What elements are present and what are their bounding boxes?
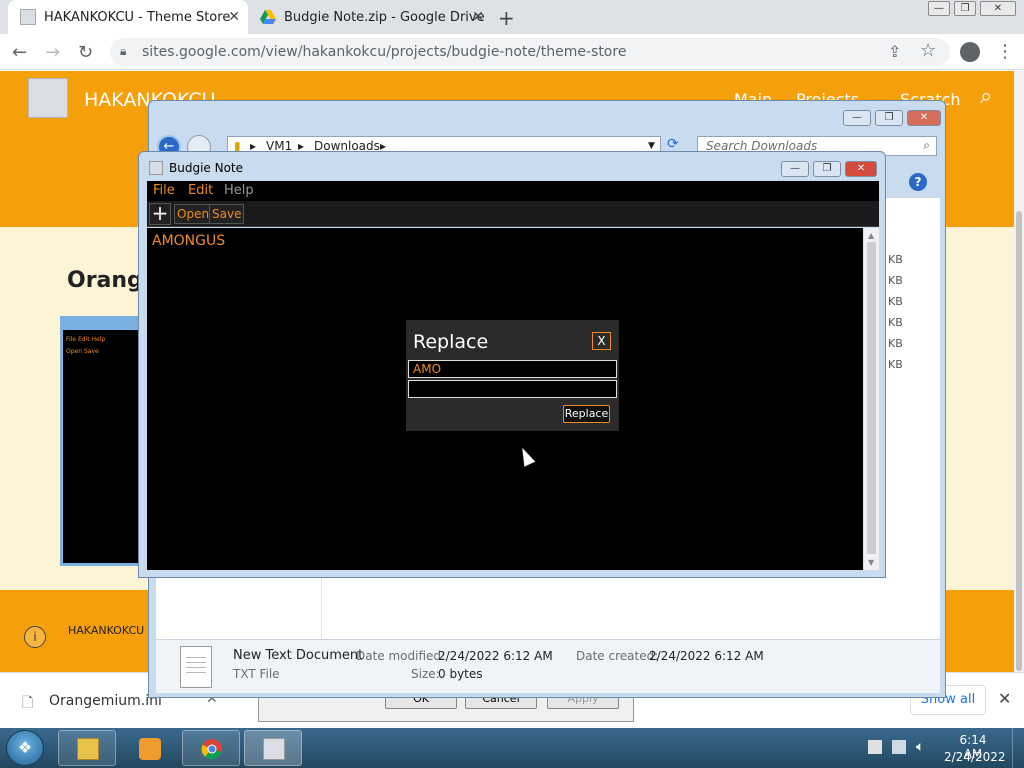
details-pane: New Text Document TXT File Date modified… (156, 639, 940, 693)
profile-avatar-icon[interactable] (960, 42, 980, 62)
chrome-icon (201, 738, 223, 760)
taskbar-explorer[interactable] (58, 730, 116, 766)
budgie-favicon-icon (20, 9, 36, 25)
tab-title: Budgie Note.zip - Google Drive (284, 9, 485, 25)
close-download-bar-icon[interactable]: ✕ (998, 689, 1011, 708)
replace-dialog: Replace X Replace (406, 320, 619, 431)
editor-content: AMONGUS (152, 233, 226, 249)
new-tab-button[interactable]: + (498, 6, 515, 30)
new-file-button[interactable]: + (149, 203, 171, 225)
share-icon[interactable]: ⇪ (888, 42, 901, 61)
address-bar[interactable]: 🔒︎ sites.google.com/view/hakankokcu/proj… (110, 38, 950, 66)
taskbar-budgie-note[interactable] (244, 730, 302, 766)
scroll-down-icon[interactable]: ▼ (868, 558, 874, 567)
dialog-title: Replace (413, 331, 489, 353)
minimize-button[interactable]: — (781, 161, 809, 177)
scroll-up-icon[interactable]: ▲ (868, 231, 874, 240)
forward-arrow-icon[interactable]: → (45, 42, 60, 63)
reload-icon[interactable]: ↻ (78, 42, 93, 63)
window-title: Budgie Note (169, 161, 244, 175)
file-size: KB (888, 337, 903, 350)
network-icon[interactable] (892, 740, 906, 754)
file-size: KB (888, 274, 903, 287)
budgie-app-icon (263, 738, 285, 760)
more-menu-icon[interactable]: ⋮ (996, 41, 1014, 62)
clock-date[interactable]: 2/24/2022 (944, 750, 1006, 764)
replace-button[interactable]: Replace (563, 405, 610, 423)
minimize-button[interactable]: — (928, 1, 950, 16)
maximize-button[interactable]: ❐ (954, 1, 976, 16)
start-button[interactable]: ❖ (6, 730, 44, 766)
menu-file[interactable]: File (153, 183, 175, 198)
menu-bar: File Edit Help (147, 181, 879, 201)
open-button[interactable]: Open (174, 204, 213, 224)
folder-icon (77, 738, 99, 760)
find-input[interactable] (408, 360, 617, 378)
site-logo[interactable] (28, 78, 68, 118)
close-window-button[interactable]: ✕ (907, 110, 941, 126)
file-size: KB (888, 358, 903, 371)
maximize-button[interactable]: ❐ (875, 110, 903, 126)
tab-google-drive[interactable]: Budgie Note.zip - Google Drive ✕ (252, 0, 492, 34)
info-icon[interactable]: i (24, 626, 46, 648)
budgie-app-icon (149, 161, 163, 175)
vertical-scrollbar[interactable]: ▲ ▼ (863, 228, 879, 570)
maximize-button[interactable]: ❐ (813, 161, 841, 177)
file-size: KB (888, 316, 903, 329)
file-type: TXT File (233, 667, 280, 681)
browser-toolbar: ← → ↻ 🔒︎ sites.google.com/view/hakankokc… (0, 34, 1024, 70)
media-player-icon (139, 738, 161, 760)
preview-menu-text: File Edit Help (66, 336, 106, 343)
modified-label: Date modified: (356, 649, 446, 663)
back-arrow-icon[interactable]: ← (12, 42, 27, 63)
taskbar: ❖ 🔈︎ 6:14 AM 2/24/2022 (0, 728, 1024, 768)
preview-tools-text: Open Save (66, 348, 99, 355)
close-tab-icon[interactable]: ✕ (472, 9, 484, 25)
created-label: Date created: (576, 649, 659, 663)
toolbar: + Open Save (147, 201, 879, 227)
action-center-icon[interactable] (868, 740, 882, 754)
close-tab-icon[interactable]: ✕ (228, 9, 240, 25)
bookmark-star-icon[interactable]: ☆ (920, 40, 936, 61)
file-size: KB (888, 253, 903, 266)
close-window-button[interactable]: ✕ (980, 1, 1016, 16)
minimize-button[interactable]: — (843, 110, 871, 126)
menu-help[interactable]: Help (224, 183, 254, 198)
tab-theme-store[interactable]: HAKANKOKCU - Theme Store ✕ (8, 0, 248, 34)
file-icon: 🗋 (22, 695, 34, 711)
google-drive-icon (260, 9, 276, 25)
url-text: sites.google.com/view/hakankokcu/project… (142, 44, 627, 60)
file-name: New Text Document (233, 648, 364, 663)
size-label: Size: (411, 667, 440, 681)
size-value: 0 bytes (438, 667, 483, 681)
file-size: KB (888, 295, 903, 308)
created-value: 2/24/2022 6:12 AM (649, 649, 764, 663)
theme-preview-image: File Edit Help Open Save (60, 316, 140, 566)
text-document-icon (180, 646, 212, 688)
taskbar-chrome[interactable] (182, 730, 240, 766)
tab-title: HAKANKOKCU - Theme Store (44, 9, 231, 25)
search-icon[interactable]: ⌕ (923, 138, 930, 153)
modified-value: 2/24/2022 6:12 AM (438, 649, 553, 663)
lock-icon[interactable]: 🔒︎ (120, 44, 126, 59)
replace-with-input[interactable] (408, 380, 617, 398)
dialog-close-button[interactable]: X (592, 332, 611, 350)
download-file-name[interactable]: Orangemium.ini (49, 693, 162, 709)
help-icon[interactable]: ? (909, 173, 927, 191)
save-button[interactable]: Save (209, 204, 245, 224)
search-icon[interactable]: ⌕ (980, 84, 992, 109)
tab-strip: HAKANKOKCU - Theme Store ✕ Budgie Note.z… (0, 0, 1024, 34)
footer-text: HAKANKOKCU (68, 624, 145, 637)
volume-icon[interactable]: 🔈︎ (916, 739, 924, 755)
refresh-icon[interactable]: ⟳ (667, 136, 679, 152)
taskbar-media-player[interactable] (120, 730, 178, 766)
menu-edit[interactable]: Edit (188, 183, 213, 198)
chevron-down-icon[interactable]: ▼ (648, 141, 655, 151)
close-window-button[interactable]: ✕ (845, 161, 877, 177)
page-scrollbar[interactable] (1014, 71, 1024, 683)
show-desktop-button[interactable] (1012, 728, 1024, 768)
